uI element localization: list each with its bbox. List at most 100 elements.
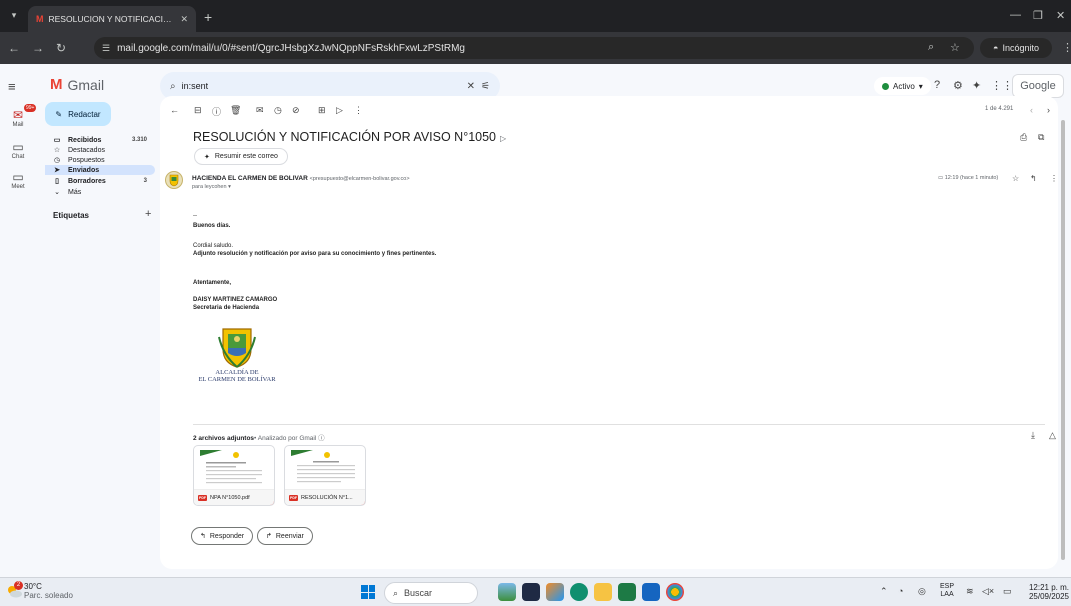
apps-grid-icon[interactable]: ⋮⋮ (991, 79, 1013, 92)
chrome-icon[interactable] (666, 583, 684, 601)
attachment-footer: PDF NPA N°1050.pdf (194, 489, 274, 505)
tab-search-icon[interactable]: ▾ (6, 10, 22, 24)
forward-button[interactable]: ↱ Reenviar (257, 527, 313, 545)
move-to-icon[interactable]: ⊞ (318, 105, 326, 116)
back-icon[interactable]: ← (8, 41, 20, 55)
site-info-icon[interactable]: ☰ (102, 43, 110, 54)
attachment-name: NPA N°1050.pdf (210, 494, 250, 501)
star-icon[interactable]: ☆ (1012, 174, 1019, 183)
recipient-text: para leycohen (192, 184, 227, 190)
signature-name: DAISY MARTINEZ CAMARGO (193, 297, 278, 303)
archive-icon[interactable]: ⊟ (194, 105, 202, 116)
excel-icon[interactable] (618, 583, 636, 601)
windows-start-icon[interactable] (361, 585, 375, 599)
zoom-icon[interactable]: ⌕ (928, 41, 934, 54)
main-menu-icon[interactable]: ≡ (8, 79, 16, 94)
body-dash: -- (193, 213, 197, 219)
taskbar-search[interactable]: ⌕ Buscar (384, 582, 478, 604)
clear-search-icon[interactable]: ✕ (467, 81, 475, 92)
attachment-name: RESOLUCIÓN N°1... (301, 494, 353, 501)
tray-app-icon[interactable]: ◎ (918, 586, 926, 597)
minimize-icon[interactable]: — (1010, 9, 1021, 21)
tray-app-icon[interactable]: ◔ (898, 586, 903, 596)
weather-widget[interactable]: 30°C Parc. soleado (24, 582, 73, 600)
nav-item-starred[interactable]: ☆ Destacados (45, 145, 155, 155)
add-task-icon[interactable]: ⊘ (292, 105, 300, 116)
attachment-card[interactable]: PDF RESOLUCIÓN N°1... (284, 445, 366, 506)
add-to-drive-icon[interactable]: △ (1049, 430, 1056, 441)
nav-item-sent[interactable]: ➤ Enviados (45, 165, 155, 175)
star-icon: ☆ (53, 147, 61, 154)
snooze-icon[interactable]: ◷ (274, 105, 282, 116)
show-hidden-icons-icon[interactable]: ⌃ (880, 586, 888, 597)
widgets-app-icon[interactable] (498, 583, 516, 601)
chevron-down-icon: ▾ (228, 184, 231, 190)
rail-meet[interactable]: ▭ Meet (3, 170, 33, 190)
store-icon[interactable] (642, 583, 660, 601)
task-view-icon[interactable] (522, 583, 540, 601)
gemini-sparkle-icon[interactable]: ✦ (972, 79, 981, 92)
browser-menu-icon[interactable]: ⋮ (1062, 41, 1071, 54)
status-button[interactable]: Activo ▾ (874, 77, 931, 95)
scrollbar[interactable] (1061, 120, 1065, 560)
bookmark-star-icon[interactable]: ☆ (950, 41, 960, 54)
new-tab-icon[interactable]: + (204, 9, 212, 25)
close-tab-icon[interactable]: ✕ (180, 14, 188, 25)
forward-icon[interactable]: → (32, 41, 44, 55)
forward-arrow-icon: ↱ (266, 533, 272, 540)
reload-icon[interactable]: ↻ (56, 41, 66, 55)
search-options-icon[interactable]: ⚟ (481, 81, 490, 92)
add-label-icon[interactable]: + (145, 208, 151, 220)
summarize-button[interactable]: ✦ Resumir este correo (194, 148, 288, 165)
wifi-icon[interactable]: ≋ (966, 586, 974, 597)
sender-avatar[interactable] (165, 171, 183, 189)
search-input[interactable] (181, 81, 461, 91)
summarize-label: Resumir este correo (214, 153, 278, 160)
compose-button[interactable]: ✎ Redactar (45, 102, 111, 126)
attachment-card[interactable]: PDF NPA N°1050.pdf (193, 445, 275, 506)
recipient-line[interactable]: para leycohen ▾ (192, 184, 231, 190)
info-icon[interactable]: ⓘ (318, 435, 325, 442)
weather-text: Parc. soleado (24, 591, 73, 600)
account-button[interactable]: Google (1012, 74, 1064, 98)
trash-icon[interactable]: 🗑 (230, 105, 241, 116)
search-icon[interactable]: ⌕ (170, 81, 176, 92)
volume-icon[interactable]: ◁× (982, 586, 994, 597)
older-icon[interactable]: ‹ (1030, 105, 1033, 115)
report-spam-icon[interactable]: ⓘ (212, 105, 221, 118)
open-new-window-icon[interactable]: ⧉ (1038, 132, 1044, 143)
close-window-icon[interactable]: ✕ (1056, 9, 1065, 22)
rail-chat[interactable]: ▭ Chat (3, 140, 33, 160)
download-all-icon[interactable]: ⤓ (1031, 430, 1035, 441)
settings-gear-icon[interactable]: ⚙ (953, 79, 963, 92)
browser-tab[interactable]: M RESOLUCION Y NOTIFICACION ✕ (28, 6, 196, 32)
language-indicator[interactable]: ESP LAA (940, 583, 954, 599)
nav-item-inbox[interactable]: ▭ Recibidos 3.310 (45, 135, 155, 145)
mark-unread-icon[interactable]: ✉ (256, 105, 264, 116)
more-options-icon[interactable]: ⋮ (354, 105, 363, 116)
copilot-icon[interactable] (546, 583, 564, 601)
label-icon[interactable]: ▷ (336, 105, 343, 116)
incognito-badge[interactable]: ◓ Incógnito (980, 38, 1052, 58)
draft-icon: ▯ (55, 178, 59, 185)
file-explorer-icon[interactable] (594, 583, 612, 601)
help-icon[interactable]: ? (934, 79, 940, 91)
battery-icon[interactable]: ▭ (1003, 586, 1012, 597)
print-icon[interactable]: ⎙ (1020, 132, 1027, 143)
edge-browser-icon[interactable] (570, 583, 588, 601)
newer-icon[interactable]: › (1047, 105, 1050, 115)
message-more-icon[interactable]: ⋮ (1050, 174, 1058, 183)
reply-icon[interactable]: ↰ (1030, 174, 1037, 183)
nav-item-snoozed[interactable]: ◷ Pospuestos (45, 155, 155, 165)
sender-name[interactable]: HACIENDA EL CARMEN DE BOLIVAR (192, 175, 308, 182)
clock[interactable]: 12:21 p. m. 25/09/2025 (1025, 583, 1069, 601)
address-bar[interactable]: ☰ mail.google.com/mail/u/0/#sent/QgrcJHs… (94, 37, 974, 59)
restore-icon[interactable]: ❐ (1033, 9, 1043, 22)
search-icon: ⌕ (393, 587, 399, 598)
nav-item-more[interactable]: ⌄ Más (45, 187, 155, 197)
gmail-logo[interactable]: M Gmail (50, 76, 104, 93)
reply-button[interactable]: ↰ Responder (191, 527, 254, 545)
nav-item-drafts[interactable]: ▯ Borradores 3 (45, 176, 155, 186)
back-to-list-icon[interactable]: ← (170, 105, 179, 115)
label-tag-icon[interactable]: ▷ (500, 134, 506, 143)
